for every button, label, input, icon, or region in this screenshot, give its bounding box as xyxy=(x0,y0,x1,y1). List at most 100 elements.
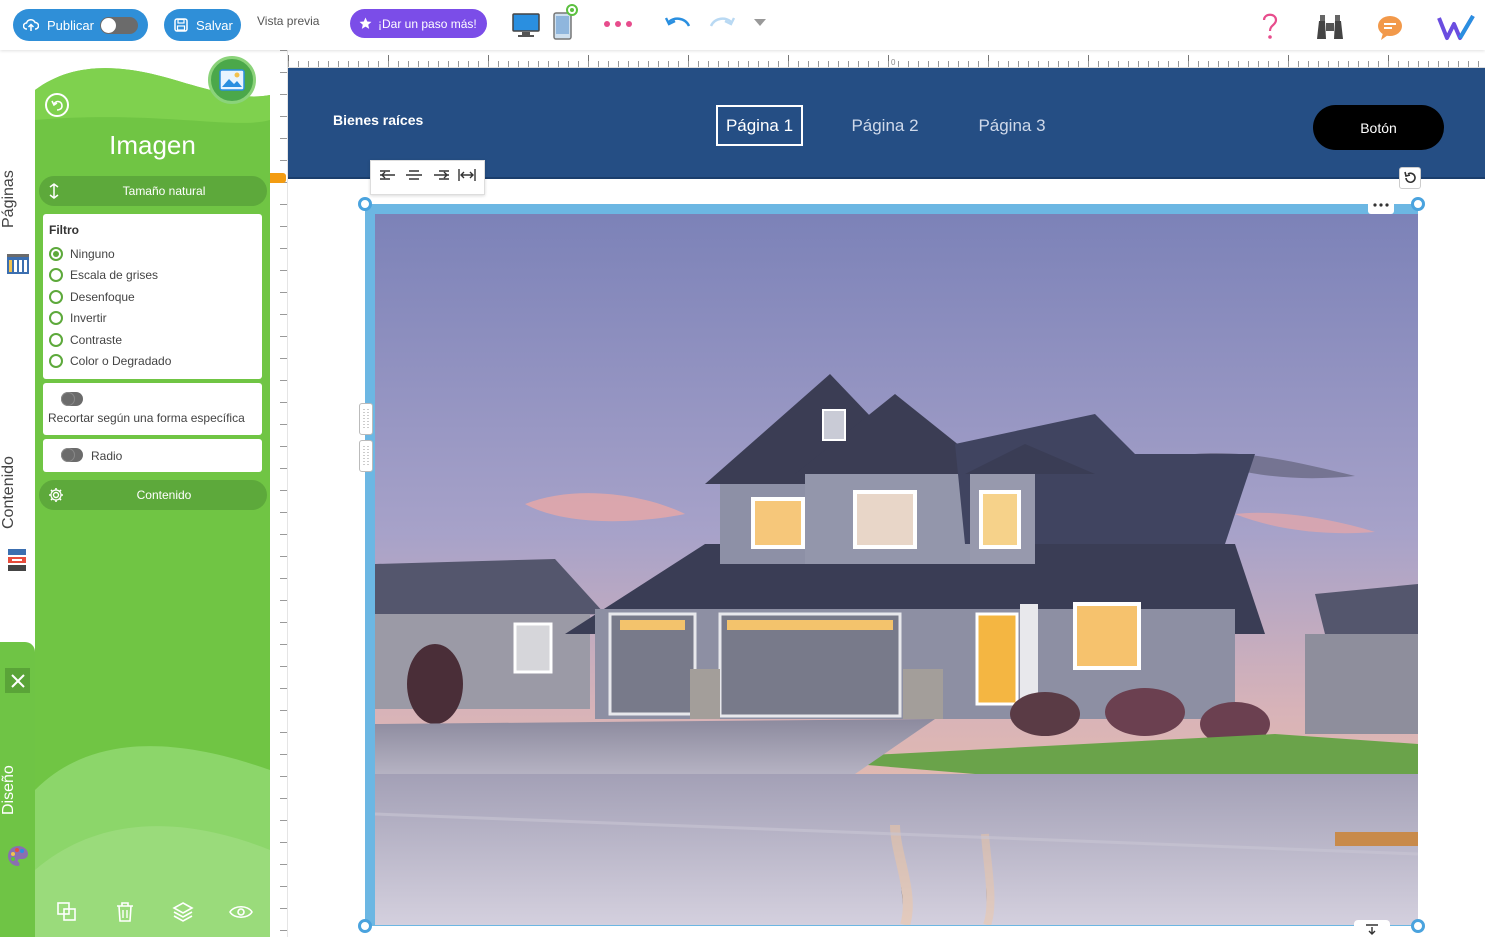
filter-option-label: Contraste xyxy=(70,332,123,347)
drag-handle-icon[interactable] xyxy=(359,440,373,472)
desktop-icon[interactable] xyxy=(510,10,542,40)
visibility-eye-icon[interactable] xyxy=(229,900,253,924)
image-icon xyxy=(219,69,245,91)
radio-icon[interactable] xyxy=(49,268,63,283)
upgrade-label: ¡Dar un paso más! xyxy=(378,16,477,31)
mobile-icon[interactable] xyxy=(550,3,580,41)
publish-label: Publicar xyxy=(47,17,94,33)
resize-handle-top-left[interactable] xyxy=(358,197,372,211)
radio-icon[interactable] xyxy=(49,289,63,304)
stretch-width-icon[interactable] xyxy=(458,168,476,187)
crop-shape-toggle[interactable] xyxy=(61,392,83,406)
radio-selected-icon[interactable] xyxy=(49,246,63,261)
alignment-toolbar xyxy=(370,160,485,195)
element-more-options-button[interactable] xyxy=(1368,196,1394,214)
close-icon xyxy=(10,673,25,688)
ruler-zero-label: 0 xyxy=(891,58,896,67)
filter-option-grayscale[interactable]: Escala de grises xyxy=(49,265,256,287)
close-panel-button[interactable] xyxy=(5,668,30,693)
layers-icon[interactable] xyxy=(171,900,195,924)
more-horizontal-icon xyxy=(1373,203,1389,207)
house-photo[interactable] xyxy=(375,214,1418,925)
natural-size-button[interactable]: Tamaño natural xyxy=(39,176,267,206)
vertical-ruler xyxy=(270,50,288,937)
filter-option-contrast[interactable]: Contraste xyxy=(49,329,256,351)
align-left-icon[interactable] xyxy=(379,168,397,187)
filter-option-blur[interactable]: Desenfoque xyxy=(49,286,256,308)
filter-title: Filtro xyxy=(49,223,79,237)
duplicate-icon[interactable] xyxy=(55,900,79,924)
editor-canvas: Bienes raíces Página 1 Página 2 Página 3… xyxy=(288,68,1485,937)
top-toolbar: Publicar Salvar Vista previa ¡Dar un pas… xyxy=(0,0,1485,50)
filter-option-label: Color o Degradado xyxy=(70,354,172,369)
rotate-icon xyxy=(1404,171,1416,184)
align-right-icon[interactable] xyxy=(432,168,450,187)
w-logo-icon[interactable] xyxy=(1436,10,1476,44)
save-button[interactable]: Salvar xyxy=(164,9,241,41)
preview-link[interactable]: Vista previa xyxy=(257,14,319,28)
filter-option-label: Escala de grises xyxy=(70,268,159,283)
content-settings-button[interactable]: Contenido xyxy=(39,480,267,510)
chat-icon[interactable] xyxy=(1374,12,1406,42)
save-label: Salvar xyxy=(196,17,233,33)
filter-option-none[interactable]: Ninguno xyxy=(49,243,256,265)
natural-size-label: Tamaño natural xyxy=(122,184,206,198)
image-settings-panel: Imagen Tamaño natural Filtro Ninguno Esc… xyxy=(35,50,270,937)
binoculars-icon[interactable] xyxy=(1314,12,1346,42)
dropdown-caret-icon[interactable] xyxy=(750,14,770,30)
filter-card: Filtro Ninguno Escala de grises Desenfoq… xyxy=(43,214,262,379)
content-icon[interactable] xyxy=(6,547,30,571)
panel-title: Imagen xyxy=(109,130,196,160)
palette-icon[interactable] xyxy=(6,844,30,868)
site-brand[interactable]: Bienes raíces xyxy=(333,112,423,128)
pages-icon[interactable] xyxy=(6,252,30,276)
resize-vertical-icon xyxy=(49,183,59,199)
rail-design-tab[interactable]: Diseño xyxy=(0,642,35,937)
crop-shape-card: Recortar según una forma específica xyxy=(43,383,262,435)
bottom-anchor-button[interactable] xyxy=(1354,920,1390,937)
upgrade-button[interactable]: ¡Dar un paso más! xyxy=(350,9,487,38)
ruler-marker[interactable] xyxy=(270,173,286,183)
radio-icon[interactable] xyxy=(49,332,63,347)
rail-tab-pages[interactable]: Páginas xyxy=(0,165,35,233)
radio-icon[interactable] xyxy=(49,311,63,326)
filter-option-invert[interactable]: Invertir xyxy=(49,308,256,330)
drag-handle-icon[interactable] xyxy=(359,403,373,435)
resize-handle-bottom-right[interactable] xyxy=(1411,919,1425,933)
panel-footer-actions xyxy=(35,900,270,924)
nav-page-1[interactable]: Página 1 xyxy=(716,105,803,146)
crop-shape-label: Recortar según una forma específica xyxy=(48,411,245,425)
filter-option-color-gradient[interactable]: Color o Degradado xyxy=(49,351,256,373)
rail-tab-content[interactable]: Contenido xyxy=(0,450,35,535)
back-arrow-icon xyxy=(51,100,63,111)
more-dots-icon[interactable] xyxy=(600,14,636,34)
resize-handle-bottom-left[interactable] xyxy=(358,919,372,933)
back-button[interactable] xyxy=(45,93,69,117)
publish-button[interactable]: Publicar xyxy=(13,9,148,41)
site-cta-button[interactable]: Botón xyxy=(1313,105,1444,150)
radio-icon[interactable] xyxy=(49,354,63,369)
selected-image-frame[interactable] xyxy=(365,204,1418,926)
help-icon[interactable] xyxy=(1258,10,1282,42)
save-icon xyxy=(174,18,188,32)
undo-icon[interactable] xyxy=(662,12,694,38)
upload-cloud-icon xyxy=(23,18,39,31)
horizontal-ruler: 0 xyxy=(288,50,1485,68)
filter-option-label: Desenfoque xyxy=(70,289,135,304)
delete-icon[interactable] xyxy=(113,900,137,924)
radius-toggle[interactable] xyxy=(61,448,83,462)
nav-page-2[interactable]: Página 2 xyxy=(836,105,934,146)
radius-card: Radio xyxy=(43,439,262,472)
rail-tab-design[interactable]: Diseño xyxy=(0,755,35,825)
nav-page-3[interactable]: Página 3 xyxy=(965,105,1059,146)
radius-label: Radio xyxy=(91,449,123,463)
resize-handle-top-right[interactable] xyxy=(1411,197,1425,211)
content-settings-label: Contenido xyxy=(136,488,192,502)
align-bottom-icon xyxy=(1366,923,1378,935)
redo-icon[interactable] xyxy=(706,12,738,38)
align-center-icon[interactable] xyxy=(405,168,423,187)
image-thumbnail[interactable] xyxy=(208,56,256,104)
rotate-button[interactable] xyxy=(1399,167,1421,189)
publish-toggle[interactable] xyxy=(100,17,138,34)
filter-option-label: Ninguno xyxy=(70,246,115,261)
